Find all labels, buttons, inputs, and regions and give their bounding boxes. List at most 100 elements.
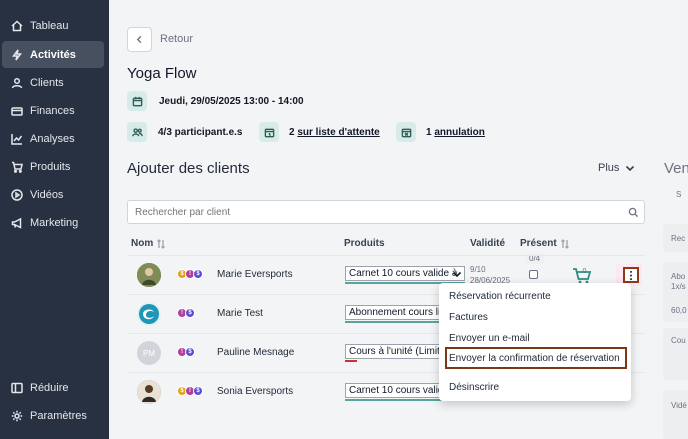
- sidebar-item-videos[interactable]: Vidéos: [2, 181, 104, 208]
- client-name[interactable]: Marie Test: [217, 308, 263, 319]
- collapse-icon: [11, 382, 23, 394]
- cart-count: 0: [583, 268, 587, 275]
- column-label: Produits: [344, 238, 385, 249]
- right-panel-card[interactable]: Vidé: [663, 390, 688, 439]
- product-badges: $! $: [177, 386, 203, 396]
- menu-item-unsubscribe[interactable]: Désinscrire: [449, 382, 499, 393]
- client-name[interactable]: Sonia Eversports: [217, 386, 293, 397]
- column-header-validity: Validité: [470, 238, 505, 249]
- sidebar-item-label: Produits: [30, 160, 71, 173]
- sidebar-item-reduire[interactable]: Réduire: [2, 374, 104, 401]
- sidebar-item-tableau[interactable]: Tableau: [2, 12, 104, 39]
- right-panel-tab[interactable]: S: [676, 190, 681, 199]
- avatar: [137, 263, 161, 287]
- validity-usage: 9/10: [470, 265, 486, 274]
- bolt-icon: [11, 49, 23, 61]
- chevron-left-icon: [136, 35, 142, 44]
- product-badges: ! $: [177, 308, 195, 318]
- gear-icon: [11, 410, 23, 422]
- product-value: Carnet 10 cours valide à: [349, 268, 458, 279]
- sidebar-item-label: Marketing: [30, 216, 79, 229]
- menu-item-recurring-booking[interactable]: Réservation récurrente: [449, 291, 551, 302]
- column-label: Nom: [131, 238, 154, 249]
- sidebar-item-marketing[interactable]: Marketing: [2, 209, 104, 236]
- sidebar-item-label: Tableau: [30, 19, 69, 32]
- sort-icon: [157, 238, 166, 249]
- sidebar-item-label: Clients: [30, 76, 64, 89]
- product-value: Carnet 10 cours valide: [349, 385, 450, 396]
- right-panel-card[interactable]: Cou: [663, 328, 688, 380]
- card-text: Vidé: [671, 401, 687, 410]
- card-text: Abo: [671, 272, 686, 281]
- user-icon: [11, 77, 23, 89]
- chevron-down-icon: [626, 165, 635, 172]
- sidebar-item-label: Réduire: [30, 381, 69, 394]
- product-badges: $! $: [177, 269, 203, 279]
- waitlist-count: 2: [289, 127, 295, 138]
- right-panel-title: Ven: [664, 160, 688, 177]
- finance-icon: [11, 105, 23, 117]
- megaphone-icon: [11, 217, 23, 229]
- more-menu-button[interactable]: Plus: [598, 162, 635, 174]
- sidebar-item-activites[interactable]: Activités: [2, 41, 104, 68]
- client-search-input[interactable]: [127, 200, 645, 224]
- sidebar-item-label: Finances: [30, 104, 75, 117]
- avatar: [137, 380, 161, 404]
- cart-icon: [11, 161, 23, 173]
- row-actions-menu: Réservation récurrente Factures Envoyer …: [439, 283, 631, 401]
- client-name[interactable]: Pauline Mesnage: [217, 347, 294, 358]
- right-panel-input[interactable]: Rec: [663, 224, 688, 252]
- product-badges: ! $: [177, 347, 195, 357]
- waitlist-link[interactable]: sur liste d'attente: [297, 127, 379, 138]
- product-select[interactable]: Carnet 10 cours valide à: [345, 266, 465, 281]
- menu-item-send-confirmation[interactable]: Envoyer la confirmation de réservation: [449, 353, 620, 364]
- sort-icon: [560, 238, 569, 249]
- sidebar: Tableau Activités Clients Finances Analy…: [0, 0, 109, 439]
- waitlist-icon: [259, 122, 279, 142]
- waitlist-info: 2 sur liste d'attente: [289, 127, 380, 138]
- section-title: Ajouter des clients: [127, 160, 250, 177]
- play-icon: [11, 188, 23, 201]
- cancellation-link[interactable]: annulation: [434, 127, 485, 138]
- column-label: Présent: [520, 238, 557, 249]
- sidebar-item-produits[interactable]: Produits: [2, 153, 104, 180]
- menu-item-send-email[interactable]: Envoyer un e-mail: [449, 333, 530, 344]
- cancellation-info: 1 annulation: [426, 127, 485, 138]
- column-label: Validité: [470, 238, 506, 249]
- more-vertical-icon: [623, 267, 639, 283]
- search-icon: [628, 205, 640, 218]
- back-label[interactable]: Retour: [160, 33, 193, 45]
- column-header-products: Produits: [344, 238, 385, 249]
- card-text: 60,0: [671, 306, 687, 315]
- client-name[interactable]: Marie Eversports: [217, 269, 293, 280]
- calendar-icon: [127, 91, 147, 111]
- present-checkbox[interactable]: [529, 270, 538, 279]
- column-header-name[interactable]: Nom: [131, 238, 166, 249]
- avatar: PM: [137, 341, 161, 365]
- sidebar-item-parametres[interactable]: Paramètres: [2, 402, 104, 429]
- event-date: Jeudi, 29/05/2025 13:00 - 14:00: [159, 96, 304, 107]
- cancellation-icon: [396, 122, 416, 142]
- right-panel-input-text: Rec: [671, 234, 686, 243]
- page-title: Yoga Flow: [127, 65, 197, 82]
- sidebar-item-analyses[interactable]: Analyses: [2, 125, 104, 152]
- back-button[interactable]: [127, 27, 152, 52]
- menu-item-invoices[interactable]: Factures: [449, 312, 488, 323]
- right-panel-card[interactable]: Abo 1x/s 60,0: [663, 262, 688, 322]
- sidebar-item-label: Analyses: [30, 132, 75, 145]
- avatar: [137, 302, 161, 326]
- participants-count: 4/3 participant.e.s: [158, 127, 243, 138]
- sidebar-item-label: Paramètres: [30, 409, 87, 422]
- sidebar-item-clients[interactable]: Clients: [2, 69, 104, 96]
- product-value: Abonnement cours li: [349, 307, 441, 318]
- sidebar-item-label: Vidéos: [30, 188, 64, 201]
- column-header-present[interactable]: Présent: [520, 238, 570, 249]
- product-usage-bar: [345, 360, 357, 362]
- sidebar-item-finances[interactable]: Finances: [2, 97, 104, 124]
- cancellation-count: 1: [426, 127, 432, 138]
- main-content: Retour Yoga Flow Jeudi, 29/05/2025 13:00…: [109, 0, 688, 439]
- chevron-down-icon: [452, 269, 462, 279]
- card-text: 1x/s: [671, 282, 686, 291]
- card-text: Cou: [671, 336, 686, 345]
- chart-icon: [11, 133, 23, 145]
